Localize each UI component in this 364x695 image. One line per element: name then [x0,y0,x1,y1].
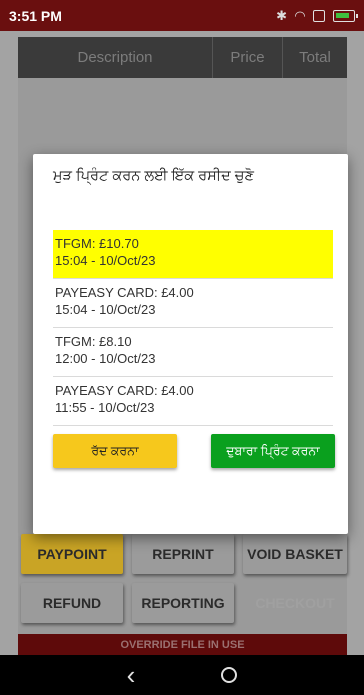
reprint-button[interactable]: REPRINT [132,534,234,574]
receipt-name: TFGM: £8.10 [55,334,132,349]
receipt-item[interactable]: PAYEASY CARD: £4.00 15:04 - 10/Oct/23 [53,279,333,328]
paypoint-button[interactable]: PAYPOINT [21,534,123,574]
receipt-list[interactable]: TFGM: £10.70 15:04 - 10/Oct/23 PAYEASY C… [53,230,333,465]
receipt-name: TFGM: £10.70 [55,236,139,251]
refund-button[interactable]: REFUND [21,583,123,623]
screen-icon [313,9,325,22]
reporting-button[interactable]: REPORTING [132,583,234,623]
column-price: Price [213,37,283,78]
dialog-actions: ਰੱਦ ਕਰਨਾ ਦੁਬਾਰਾ ਪ੍ਰਿੰਟ ਕਰਨਾ [53,434,335,494]
override-file-banner: OVERRIDE FILE IN USE [18,634,347,655]
receipt-time: 15:04 - 10/Oct/23 [55,253,156,268]
column-description: Description [18,37,213,78]
receipt-item[interactable]: TFGM: £10.70 15:04 - 10/Oct/23 [53,230,333,279]
battery-icon [333,9,358,22]
receipt-item[interactable]: PAYEASY CARD: £4.00 11:55 - 10/Oct/23 [53,377,333,426]
bluetooth-icon: ✱ [276,7,287,23]
reprint-confirm-button[interactable]: ਦੁਬਾਰਾ ਪ੍ਰਿੰਟ ਕਰਨਾ [211,434,335,468]
cancel-button[interactable]: ਰੱਦ ਕਰਨਾ [53,434,177,468]
reprint-receipt-dialog: ਮੁੜ ਪ੍ਰਿੰਟ ਕਰਨ ਲਈ ਇੱਕ ਰਸੀਦ ਚੁਣੋ TFGM: £1… [33,154,348,534]
status-icons: ✱ ◠ [276,7,358,24]
void-basket-button[interactable]: VOID BASKET [243,534,347,574]
navigation-bar: ‹ [0,655,364,695]
wifi-icon: ◠ [295,7,305,23]
receipt-name: PAYEASY CARD: £4.00 [55,285,194,300]
basket-table-header: Description Price Total [18,37,347,78]
status-bar: 3:51 PM ✱ ◠ [0,0,364,31]
receipt-time: 12:00 - 10/Oct/23 [55,351,156,366]
status-time: 3:51 PM [9,7,62,24]
checkout-button[interactable]: CHECKOUT [243,583,347,623]
column-total: Total [299,49,331,66]
back-icon[interactable]: ‹ [127,662,136,688]
dialog-title: ਮੁੜ ਪ੍ਰਿੰਟ ਕਰਨ ਲਈ ਇੱਕ ਰਸੀਦ ਚੁਣੋ [53,168,254,184]
receipt-item[interactable]: TFGM: £8.10 12:00 - 10/Oct/23 [53,328,333,377]
home-icon[interactable] [221,667,238,683]
receipt-time: 11:55 - 10/Oct/23 [55,400,155,415]
receipt-name: PAYEASY CARD: £4.00 [55,383,194,398]
receipt-time: 15:04 - 10/Oct/23 [55,302,156,317]
